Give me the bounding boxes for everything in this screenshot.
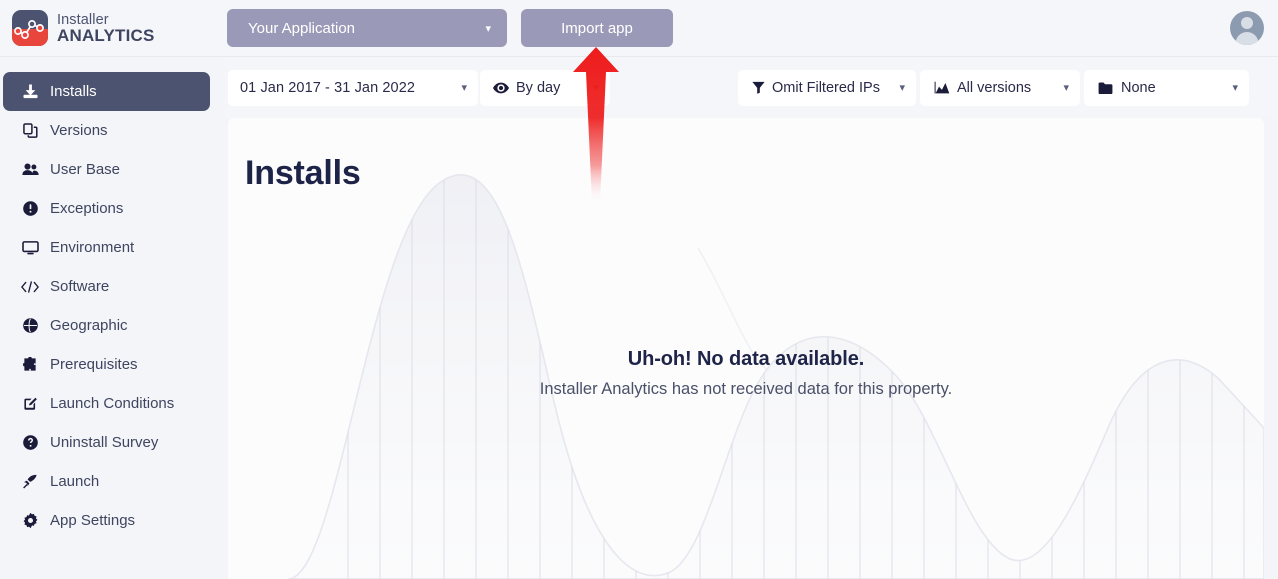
sidebar-item-installs[interactable]: Installs xyxy=(3,72,210,111)
folder-label: None xyxy=(1121,79,1156,96)
page-title: Installs xyxy=(245,154,361,192)
globe-icon xyxy=(21,318,39,333)
question-circle-icon xyxy=(21,435,39,450)
gear-icon xyxy=(21,513,39,528)
ip-filter-dropdown[interactable]: Omit Filtered IPs ▾ xyxy=(738,69,916,106)
eye-icon xyxy=(493,82,509,94)
versions-dropdown[interactable]: All versions ▾ xyxy=(920,69,1080,106)
folder-icon xyxy=(1098,81,1113,94)
date-range-picker[interactable]: 01 Jan 2017 - 31 Jan 2022 ▾ xyxy=(228,69,478,106)
folder-dropdown[interactable]: None ▾ xyxy=(1084,69,1249,106)
brand-wordmark: Installer ANALYTICS xyxy=(57,12,155,44)
granularity-label: By day xyxy=(516,79,561,96)
versions-label: All versions xyxy=(957,79,1032,96)
empty-state-title: Uh-oh! No data available. xyxy=(627,348,865,370)
sidebar-item-label: Environment xyxy=(50,239,135,256)
sidebar-item-uninstall-survey[interactable]: Uninstall Survey xyxy=(3,423,210,462)
sidebar-item-app-settings[interactable]: App Settings xyxy=(3,501,210,540)
sidebar-item-label: Launch xyxy=(50,473,100,490)
sidebar-item-geographic[interactable]: Geographic xyxy=(3,306,210,345)
sidebar-item-versions[interactable]: Versions xyxy=(3,111,210,150)
exclamation-circle-icon xyxy=(21,201,39,216)
filter-bar: 01 Jan 2017 - 31 Jan 2022 ▾ By day ▾ Omi… xyxy=(225,57,1278,118)
user-avatar-icon[interactable] xyxy=(1230,11,1264,45)
granularity-dropdown[interactable]: By day ▾ xyxy=(480,69,610,106)
area-chart-icon xyxy=(934,81,950,94)
sidebar-item-launch-conditions[interactable]: Launch Conditions xyxy=(3,384,210,423)
chevron-down-icon: ▾ xyxy=(461,82,467,94)
ip-filter-label: Omit Filtered IPs xyxy=(772,79,880,96)
rocket-icon xyxy=(21,474,39,489)
sidebar-item-label: App Settings xyxy=(50,512,136,529)
brand-line-2: ANALYTICS xyxy=(57,25,155,45)
sidebar-item-exceptions[interactable]: Exceptions xyxy=(3,189,210,228)
edit-square-icon xyxy=(21,396,39,411)
app-header: Installer ANALYTICS Your Application ▾ I… xyxy=(0,0,1278,57)
download-icon xyxy=(21,84,39,99)
chevron-down-icon: ▾ xyxy=(1063,82,1069,94)
brand: Installer ANALYTICS xyxy=(0,0,225,57)
sidebar-item-label: Uninstall Survey xyxy=(50,434,159,451)
sidebar-item-user-base[interactable]: User Base xyxy=(3,150,210,189)
empty-state: Uh-oh! No data available. Installer Anal… xyxy=(228,348,1264,399)
header-actions: Your Application ▾ Import app xyxy=(227,9,673,47)
sidebar-item-label: Installs xyxy=(50,83,97,100)
desktop-icon xyxy=(21,240,39,255)
sidebar: Installs Versions User Base Exceptions E… xyxy=(0,57,225,579)
empty-state-subtitle: Installer Analytics has not received dat… xyxy=(539,380,953,398)
sidebar-item-label: Exceptions xyxy=(50,200,124,217)
chevron-down-icon: ▾ xyxy=(593,82,599,94)
sidebar-item-launch[interactable]: Launch xyxy=(3,462,210,501)
import-app-label: Import app xyxy=(561,19,633,37)
users-icon xyxy=(21,162,39,177)
import-app-button[interactable]: Import app xyxy=(521,9,673,47)
chevron-down-icon: ▾ xyxy=(899,82,905,94)
installer-analytics-logo-icon xyxy=(12,10,48,46)
code-icon xyxy=(21,280,39,294)
funnel-filter-icon xyxy=(752,81,765,94)
sidebar-item-label: Versions xyxy=(50,122,108,139)
sidebar-item-software[interactable]: Software xyxy=(3,267,210,306)
sidebar-item-label: Geographic xyxy=(50,317,128,334)
sidebar-item-label: Software xyxy=(50,278,110,295)
sidebar-item-label: User Base xyxy=(50,161,121,178)
chevron-down-icon: ▾ xyxy=(485,22,491,35)
sidebar-item-label: Prerequisites xyxy=(50,356,138,373)
puzzle-piece-icon xyxy=(21,357,39,372)
date-range-value: 01 Jan 2017 - 31 Jan 2022 xyxy=(240,79,416,96)
application-selector-label: Your Application xyxy=(248,19,356,37)
application-selector-button[interactable]: Your Application ▾ xyxy=(227,9,507,47)
content-panel: Installs Uh-oh! No data available. Insta… xyxy=(228,118,1264,579)
sidebar-item-environment[interactable]: Environment xyxy=(3,228,210,267)
sidebar-item-label: Launch Conditions xyxy=(50,395,175,412)
chevron-down-icon: ▾ xyxy=(1232,82,1238,94)
sidebar-item-prerequisites[interactable]: Prerequisites xyxy=(3,345,210,384)
copy-versions-icon xyxy=(21,123,39,138)
